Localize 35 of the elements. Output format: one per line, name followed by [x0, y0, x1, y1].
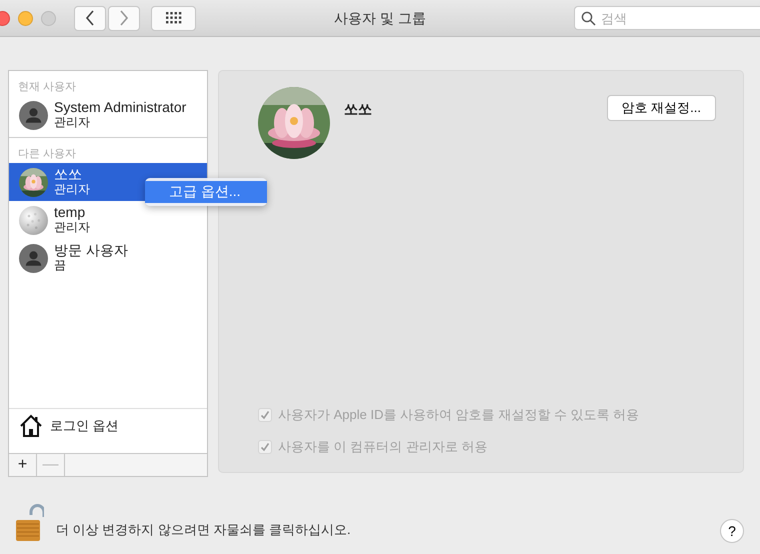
login-options-item[interactable]: 로그인 옵션	[9, 408, 207, 443]
user-name: 쏘쏘	[344, 101, 372, 119]
grid-icon	[166, 12, 182, 24]
user-list-item[interactable]: 방문 사용자 끔	[9, 239, 207, 277]
person-icon	[19, 244, 48, 272]
back-icon	[85, 10, 95, 26]
show-all-button[interactable]	[151, 6, 196, 30]
user-name: System Administrator	[54, 100, 186, 115]
user-role: 관리자	[54, 220, 90, 235]
forward-icon	[119, 10, 129, 26]
house-icon	[19, 414, 43, 438]
reset-password-button[interactable]: 암호 재설정...	[606, 95, 716, 121]
window-title: 사용자 및 그룹	[333, 10, 427, 28]
minimize-button[interactable]	[18, 10, 33, 26]
add-button[interactable]: +	[9, 454, 37, 476]
user-role: 관리자	[54, 182, 90, 197]
search-field[interactable]: 검색	[574, 6, 760, 30]
lock-message: 더 이상 변경하지 않으려면 자물쇠를 클릭하십시오.	[56, 521, 351, 539]
zoom-button[interactable]	[41, 10, 56, 26]
section-heading: 다른 사용자	[17, 147, 78, 162]
user-role: 관리자	[54, 115, 91, 130]
user-list-item[interactable]: System Administrator 관리자	[9, 96, 207, 134]
user-name: 방문 사용자	[54, 243, 128, 258]
person-icon	[19, 100, 48, 130]
checkbox-label: 사용자가 Apple ID를 사용하여 암호를 재설정할 수 있도록 허용	[278, 406, 640, 424]
help-button[interactable]: ?	[720, 519, 744, 543]
section-heading: 현재 사용자	[17, 80, 78, 95]
user-list-item[interactable]: temp 관리자	[9, 201, 207, 239]
user-name: temp	[54, 205, 86, 220]
checkbox-label: 사용자를 이 컴퓨터의 관리자로 허용	[278, 438, 488, 456]
back-button[interactable]	[74, 6, 106, 30]
user-role: 끔	[54, 258, 67, 273]
user-name: 쏘쏘	[54, 167, 83, 182]
padlock-icon[interactable]	[14, 503, 44, 543]
menu-item[interactable]: 고급 옵션...	[145, 181, 267, 203]
